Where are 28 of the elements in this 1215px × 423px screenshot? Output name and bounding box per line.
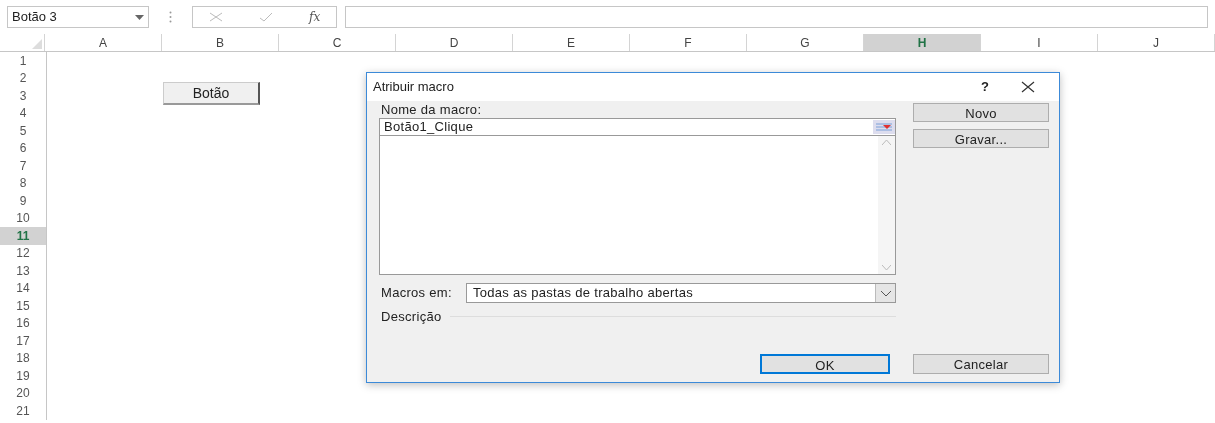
- formula-input[interactable]: [345, 6, 1208, 28]
- scroll-up-icon[interactable]: [882, 140, 891, 145]
- help-button[interactable]: ?: [965, 73, 1005, 101]
- column-header[interactable]: H: [864, 34, 981, 51]
- dialog-button[interactable]: Novo: [913, 103, 1049, 122]
- dialog-button[interactable]: Gravar...: [913, 129, 1049, 148]
- macros-in-dropdown[interactable]: Todas as pastas de trabalho abertas: [465, 283, 896, 303]
- form-button[interactable]: Botão: [163, 82, 260, 105]
- scrollbar[interactable]: [878, 136, 895, 274]
- macro-name-label: Nome da macro:: [380, 103, 483, 116]
- row-header[interactable]: 11: [0, 227, 47, 245]
- insert-function-button[interactable]: fx: [309, 8, 321, 26]
- cancel-icon[interactable]: [209, 12, 223, 22]
- dropdown-caret-icon: [880, 290, 891, 296]
- select-all-icon[interactable]: [32, 39, 42, 49]
- collapse-dialog-icon[interactable]: [873, 120, 895, 134]
- dialog-button[interactable]: Cancelar: [913, 354, 1049, 374]
- close-icon: [1021, 81, 1035, 93]
- scroll-down-icon[interactable]: [882, 265, 891, 270]
- dialog-button[interactable]: OK: [760, 354, 890, 374]
- dialog-title: Atribuir macro: [373, 78, 455, 97]
- macros-in-label: Macros em:: [380, 284, 452, 303]
- check-icon[interactable]: [259, 12, 273, 22]
- name-box[interactable]: Botão 3: [7, 6, 149, 28]
- caret-icon: [135, 14, 144, 20]
- macro-name-field[interactable]: Botão1_Clique: [379, 118, 896, 136]
- description-label: Descrição: [380, 308, 442, 326]
- more-icon: [169, 11, 172, 23]
